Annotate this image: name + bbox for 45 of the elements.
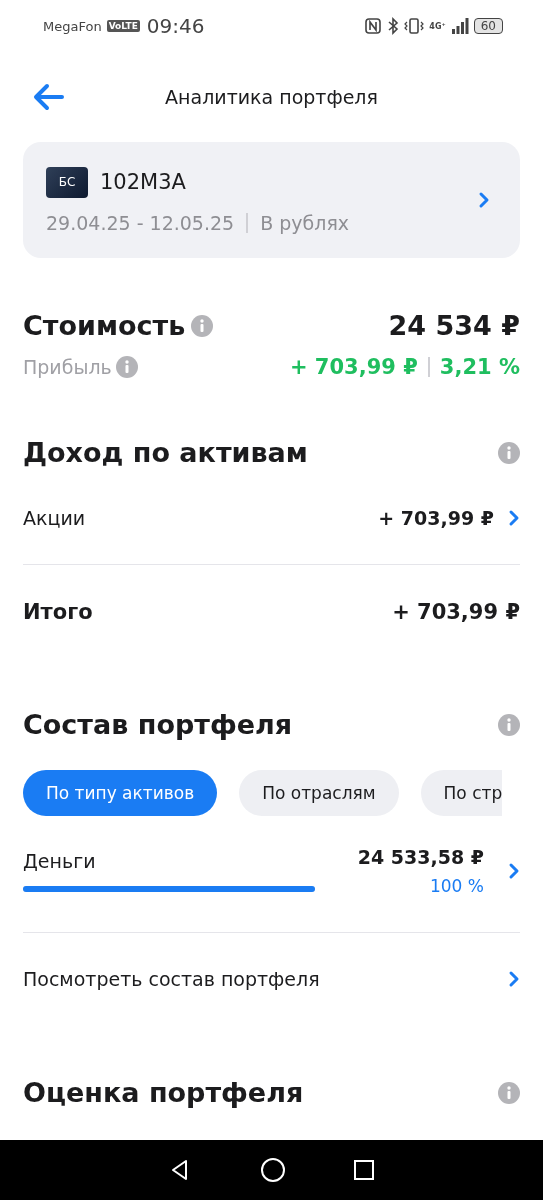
total-value: + 703,99 ₽: [392, 600, 520, 624]
info-icon[interactable]: [498, 713, 520, 736]
page-title: Аналитика портфеля: [165, 86, 378, 108]
total-label: Итого: [23, 600, 93, 624]
info-icon[interactable]: [115, 356, 138, 378]
filter-chip[interactable]: По отраслям: [239, 770, 399, 816]
chevron-right-icon: [478, 191, 490, 209]
filter-chip[interactable]: По стр: [420, 770, 503, 816]
section-title: Состав портфеля: [23, 709, 293, 740]
profit-label: Прибыль: [23, 356, 112, 378]
view-composition-link[interactable]: Посмотреть состав портфеля: [23, 933, 520, 1025]
info-icon[interactable]: [191, 314, 214, 337]
section-title: Доход по активам: [23, 437, 308, 468]
date-range: 29.04.25 - 12.05.25: [46, 211, 235, 234]
portfolio-value: 24 534 ₽: [388, 310, 520, 341]
profit-percent: 3,21 %: [439, 355, 520, 379]
asset-amount: 24 533,58 ₽: [357, 846, 484, 868]
network-type: 4G⁺: [429, 21, 446, 31]
chevron-right-icon: [508, 509, 520, 527]
bluetooth-icon: [387, 17, 400, 35]
section-title: Оценка портфеля: [23, 1077, 304, 1108]
value-label: Стоимость: [23, 310, 186, 341]
income-row[interactable]: Акции + 703,99 ₽: [23, 472, 520, 565]
info-icon[interactable]: [498, 441, 520, 464]
currency-label: В рублях: [260, 211, 350, 234]
filter-chip[interactable]: По типу активов: [23, 770, 218, 816]
volte-badge: VoLTE: [106, 20, 140, 32]
battery-indicator: 60: [473, 18, 503, 34]
clock: 09:46: [146, 14, 205, 38]
chevron-right-icon: [508, 970, 520, 988]
asset-type-label: Деньги: [23, 850, 97, 872]
back-arrow-icon[interactable]: [32, 82, 66, 112]
carrier-name: MegaFon: [43, 18, 102, 34]
vibrate-icon: [404, 17, 425, 35]
info-icon[interactable]: [498, 1081, 520, 1104]
nfc-icon: [364, 17, 383, 35]
account-badge: БС: [46, 166, 88, 198]
account-name: 102M3A: [100, 170, 186, 194]
account-card[interactable]: БС 102M3A 29.04.25 - 12.05.25 В рублях: [23, 142, 520, 258]
profit-amount: + 703,99 ₽: [289, 355, 418, 379]
asset-percent: 100 %: [430, 876, 484, 896]
signal-icon: [450, 17, 469, 35]
chevron-right-icon[interactable]: [508, 862, 520, 880]
home-nav-icon[interactable]: [259, 1157, 286, 1183]
recents-nav-icon[interactable]: [353, 1159, 376, 1181]
